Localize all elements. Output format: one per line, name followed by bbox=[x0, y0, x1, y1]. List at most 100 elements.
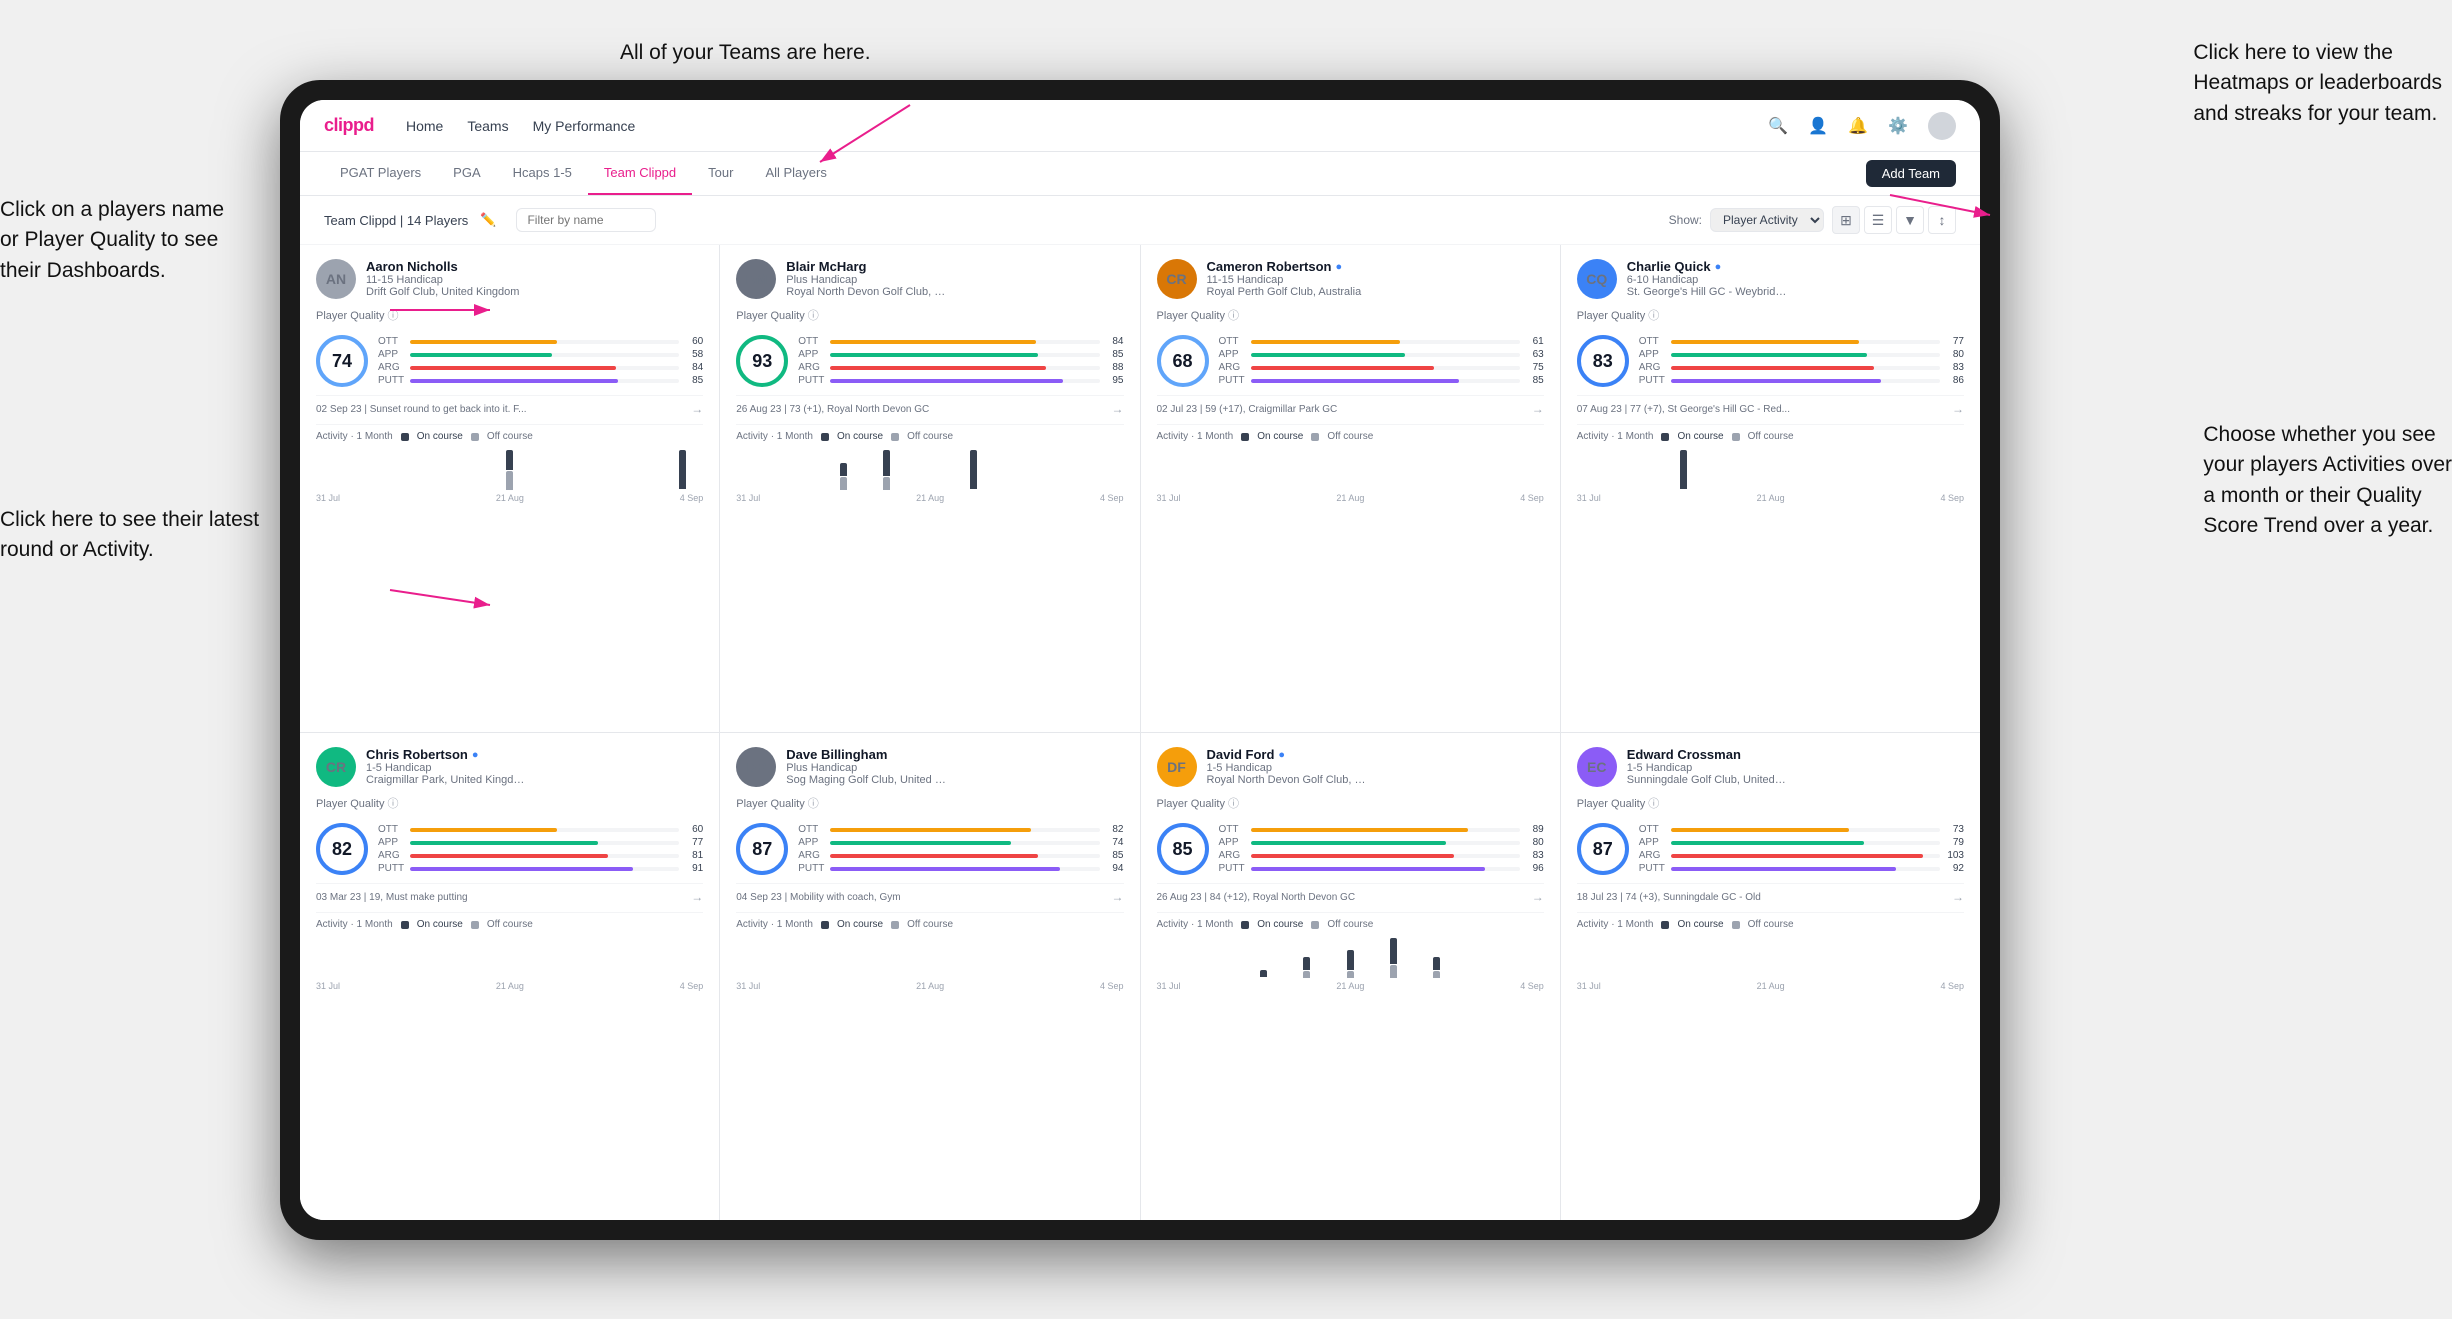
stat-row-app: APP 80 bbox=[1639, 349, 1964, 360]
user-icon[interactable]: 👤 bbox=[1808, 116, 1828, 136]
player-avatar[interactable]: BM bbox=[736, 259, 776, 299]
latest-round[interactable]: 07 Aug 23 | 77 (+7), St George's Hill GC… bbox=[1577, 395, 1964, 416]
show-select[interactable]: Player Activity bbox=[1710, 208, 1824, 232]
player-quality-label: Player Quality ⓘ bbox=[736, 307, 1123, 323]
latest-round-text: 04 Sep 23 | Mobility with coach, Gym bbox=[736, 892, 900, 903]
player-avatar[interactable]: EC bbox=[1577, 747, 1617, 787]
quality-score[interactable]: 87 bbox=[736, 823, 788, 875]
edit-icon[interactable]: ✏️ bbox=[480, 212, 496, 228]
latest-round[interactable]: 03 Mar 23 | 19, Must make putting → bbox=[316, 883, 703, 904]
tab-pga[interactable]: PGA bbox=[437, 152, 496, 195]
player-handicap: Plus Handicap bbox=[786, 274, 1123, 286]
sort-button[interactable]: ↕ bbox=[1928, 206, 1956, 234]
stat-row-app: APP 80 bbox=[1219, 837, 1544, 848]
nav-my-performance[interactable]: My Performance bbox=[533, 114, 636, 138]
off-course-legend bbox=[471, 921, 479, 929]
bell-icon[interactable]: 🔔 bbox=[1848, 116, 1868, 136]
settings-icon[interactable]: ⚙️ bbox=[1888, 116, 1908, 136]
player-header: DF David Ford● 1-5 Handicap Royal North … bbox=[1157, 747, 1544, 787]
player-avatar[interactable]: CR bbox=[1157, 259, 1197, 299]
quality-section: 82 OTT 60 APP 77 ARG 81 PUTT bbox=[316, 823, 703, 875]
stat-row-putt: PUTT 91 bbox=[378, 863, 703, 874]
latest-round[interactable]: 02 Sep 23 | Sunset round to get back int… bbox=[316, 395, 703, 416]
player-avatar[interactable]: CQ bbox=[1577, 259, 1617, 299]
latest-round-arrow: → bbox=[1532, 402, 1544, 416]
stats-grid: OTT 73 APP 79 ARG 103 PUTT 92 bbox=[1639, 824, 1964, 874]
player-name[interactable]: Chris Robertson● bbox=[366, 747, 703, 762]
latest-round[interactable]: 04 Sep 23 | Mobility with coach, Gym → bbox=[736, 883, 1123, 904]
latest-round[interactable]: 02 Jul 23 | 59 (+17), Craigmillar Park G… bbox=[1157, 395, 1544, 416]
tab-pgat-players[interactable]: PGAT Players bbox=[324, 152, 437, 195]
quality-score[interactable]: 87 bbox=[1577, 823, 1629, 875]
grid-view-button[interactable]: ⊞ bbox=[1832, 206, 1860, 234]
player-info: Dave Billingham Plus Handicap Sog Maging… bbox=[786, 747, 1123, 786]
avatar-icon[interactable] bbox=[1928, 112, 1956, 140]
tab-team-clippd[interactable]: Team Clippd bbox=[588, 152, 692, 195]
team-search-input[interactable] bbox=[516, 208, 656, 232]
player-name[interactable]: Charlie Quick● bbox=[1627, 259, 1964, 274]
player-name[interactable]: Aaron Nicholls bbox=[366, 259, 703, 274]
quality-score[interactable]: 74 bbox=[316, 335, 368, 387]
player-avatar[interactable]: AN bbox=[316, 259, 356, 299]
quality-score[interactable]: 85 bbox=[1157, 823, 1209, 875]
latest-round[interactable]: 26 Aug 23 | 73 (+1), Royal North Devon G… bbox=[736, 395, 1123, 416]
quality-score[interactable]: 68 bbox=[1157, 335, 1209, 387]
player-name[interactable]: Edward Crossman bbox=[1627, 747, 1964, 762]
filter-button[interactable]: ▼ bbox=[1896, 206, 1924, 234]
add-team-button[interactable]: Add Team bbox=[1866, 160, 1956, 187]
stat-row-ott: OTT 89 bbox=[1219, 824, 1544, 835]
ipad-screen: clippd Home Teams My Performance 🔍 👤 🔔 ⚙… bbox=[300, 100, 1980, 1220]
player-avatar[interactable]: CR bbox=[316, 747, 356, 787]
latest-round[interactable]: 18 Jul 23 | 74 (+3), Sunningdale GC - Ol… bbox=[1577, 883, 1964, 904]
player-info: Aaron Nicholls 11-15 Handicap Drift Golf… bbox=[366, 259, 703, 298]
stat-row-putt: PUTT 85 bbox=[1219, 375, 1544, 386]
player-info: Cameron Robertson● 11-15 Handicap Royal … bbox=[1207, 259, 1544, 298]
stat-row-arg: ARG 88 bbox=[798, 362, 1123, 373]
stat-row-arg: ARG 85 bbox=[798, 850, 1123, 861]
player-name[interactable]: Blair McHarg bbox=[786, 259, 1123, 274]
nav-home[interactable]: Home bbox=[406, 114, 443, 138]
stat-row-putt: PUTT 85 bbox=[378, 375, 703, 386]
latest-round-text: 26 Aug 23 | 73 (+1), Royal North Devon G… bbox=[736, 404, 929, 415]
off-course-legend bbox=[891, 433, 899, 441]
search-icon[interactable]: 🔍 bbox=[1768, 116, 1788, 136]
stat-row-arg: ARG 103 bbox=[1639, 850, 1964, 861]
tab-tour[interactable]: Tour bbox=[692, 152, 749, 195]
player-name[interactable]: David Ford● bbox=[1207, 747, 1544, 762]
player-name[interactable]: Dave Billingham bbox=[786, 747, 1123, 762]
brand-logo: clippd bbox=[324, 115, 374, 136]
latest-round[interactable]: 26 Aug 23 | 84 (+12), Royal North Devon … bbox=[1157, 883, 1544, 904]
player-name[interactable]: Cameron Robertson● bbox=[1207, 259, 1544, 274]
quality-score[interactable]: 82 bbox=[316, 823, 368, 875]
stats-grid: OTT 84 APP 85 ARG 88 PUTT 95 bbox=[798, 336, 1123, 386]
nav-teams[interactable]: Teams bbox=[467, 114, 508, 138]
chart-labels: 31 Jul 21 Aug 4 Sep bbox=[1577, 493, 1964, 503]
ipad-frame: clippd Home Teams My Performance 🔍 👤 🔔 ⚙… bbox=[280, 80, 2000, 1240]
stat-row-ott: OTT 61 bbox=[1219, 336, 1544, 347]
activity-header: Activity · 1 Month On course Off course bbox=[1157, 919, 1544, 930]
stat-row-ott: OTT 73 bbox=[1639, 824, 1964, 835]
callout-activity: Choose whether you seeyour players Activ… bbox=[2203, 420, 2452, 542]
player-quality-label: Player Quality ⓘ bbox=[1157, 307, 1544, 323]
stat-row-app: APP 63 bbox=[1219, 349, 1544, 360]
stats-grid: OTT 61 APP 63 ARG 75 PUTT 85 bbox=[1219, 336, 1544, 386]
verified-icon: ● bbox=[1278, 749, 1285, 761]
verified-icon: ● bbox=[1335, 261, 1342, 273]
player-quality-label: Player Quality ⓘ bbox=[1577, 307, 1964, 323]
player-card: DB Dave Billingham Plus Handicap Sog Mag… bbox=[720, 733, 1139, 1220]
quality-score[interactable]: 83 bbox=[1577, 335, 1629, 387]
activity-section: Activity · 1 Month On course Off course bbox=[1577, 912, 1964, 991]
quality-section: 87 OTT 73 APP 79 ARG 103 PUTT bbox=[1577, 823, 1964, 875]
tab-all-players[interactable]: All Players bbox=[749, 152, 842, 195]
player-avatar[interactable]: DF bbox=[1157, 747, 1197, 787]
list-view-button[interactable]: ☰ bbox=[1864, 206, 1892, 234]
player-avatar[interactable]: DB bbox=[736, 747, 776, 787]
player-header: CQ Charlie Quick● 6-10 Handicap St. Geor… bbox=[1577, 259, 1964, 299]
player-quality-label: Player Quality ⓘ bbox=[1577, 795, 1964, 811]
player-handicap: 1-5 Handicap bbox=[1627, 762, 1964, 774]
activity-chart bbox=[1157, 934, 1544, 978]
nav-icons: 🔍 👤 🔔 ⚙️ bbox=[1768, 112, 1956, 140]
tab-hcaps[interactable]: Hcaps 1-5 bbox=[497, 152, 588, 195]
stats-grid: OTT 89 APP 80 ARG 83 PUTT 96 bbox=[1219, 824, 1544, 874]
quality-score[interactable]: 93 bbox=[736, 335, 788, 387]
